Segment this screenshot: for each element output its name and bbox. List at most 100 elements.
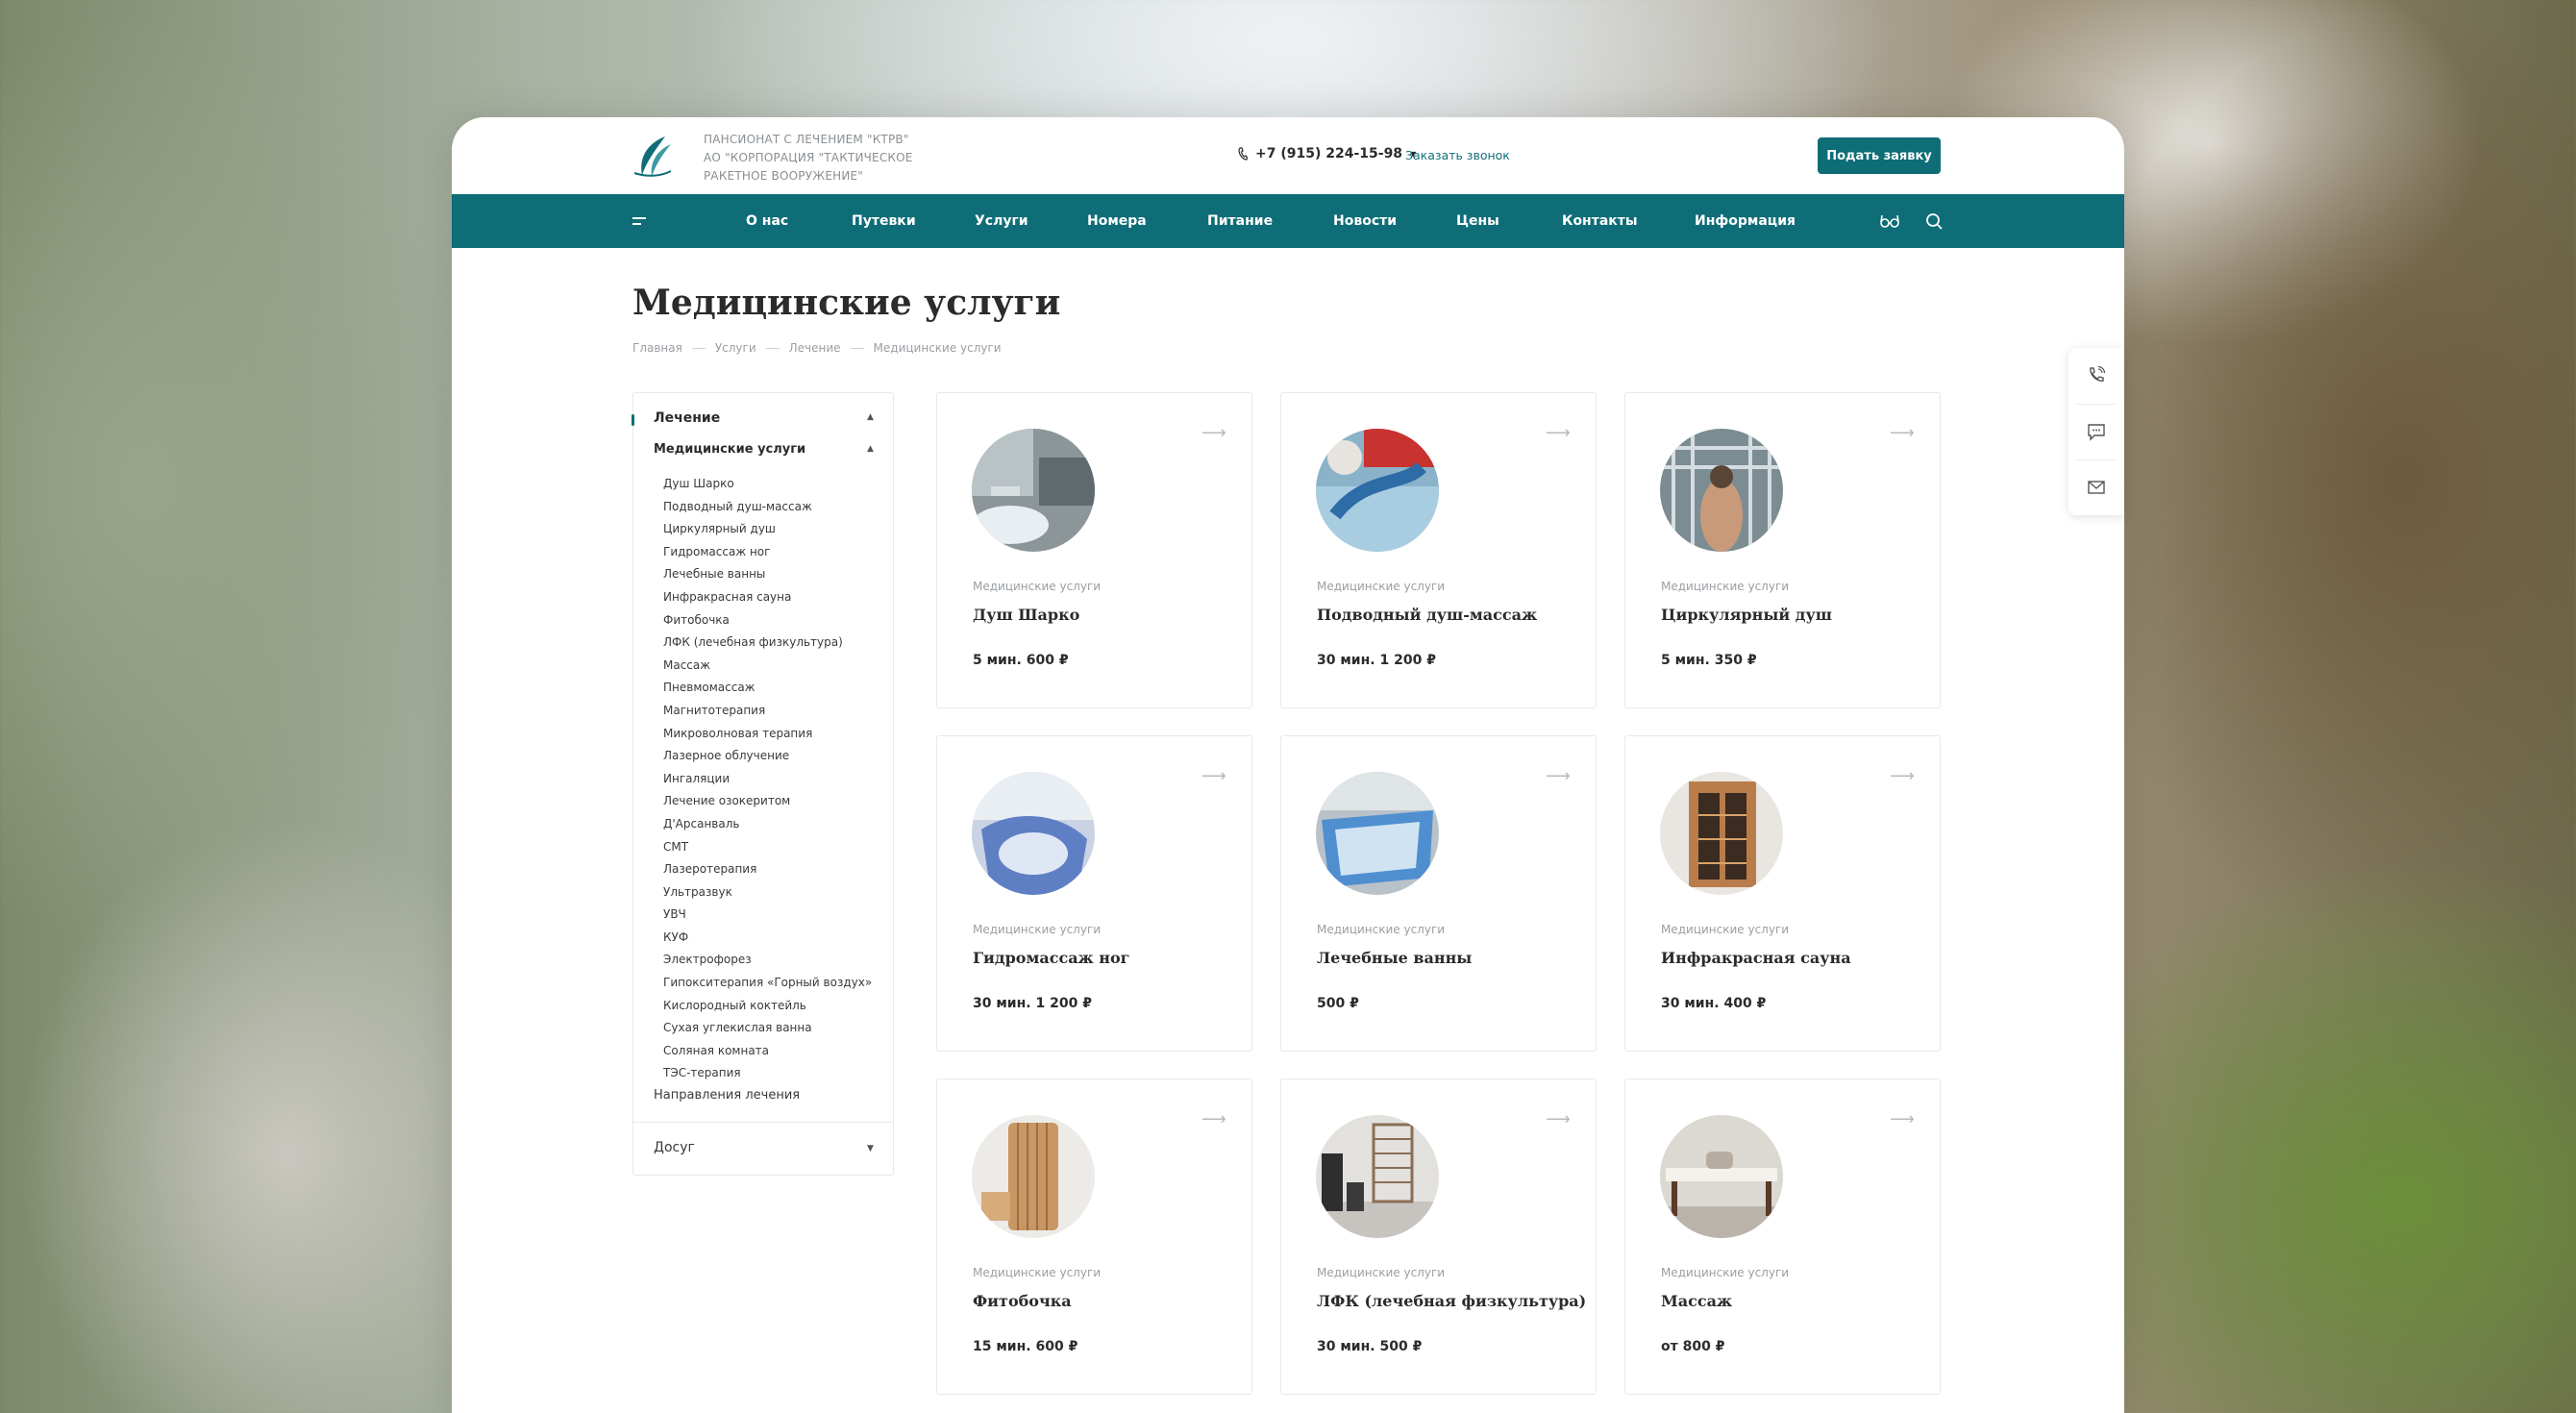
sidebar-item[interactable]: Д'Арсанваль (663, 813, 872, 836)
sidebar-item-directions[interactable]: Направления лечения (654, 1088, 800, 1103)
sidebar-item[interactable]: Электрофорез (663, 949, 872, 972)
arrow-right-icon[interactable]: ⟶ (1546, 423, 1571, 443)
service-name[interactable]: Циркулярный душ (1661, 606, 1832, 624)
service-name[interactable]: Инфракрасная сауна (1661, 949, 1851, 967)
service-price: 30 мин. 1 200 ₽ (973, 996, 1092, 1011)
chat-icon[interactable] (2086, 421, 2107, 442)
sidebar-item[interactable]: Кислородный коктейль (663, 995, 872, 1018)
sidebar-item[interactable]: Микроволновая терапия (663, 723, 872, 746)
service-name[interactable]: Фитобочка (973, 1292, 1072, 1310)
sidebar-item[interactable]: Гидромассаж ног (663, 541, 872, 564)
callback-link[interactable]: Заказать звонок (1405, 148, 1510, 162)
breadcrumb-item[interactable]: Услуги (715, 341, 756, 355)
sidebar-item[interactable]: Лазерное облучение (663, 745, 872, 768)
sidebar-item[interactable]: Ингаляции (663, 768, 872, 791)
nav-item-contacts[interactable]: Контакты (1562, 194, 1638, 248)
chevron-up-icon[interactable]: ▲ (867, 444, 874, 454)
nav-item-prices[interactable]: Цены (1456, 194, 1499, 248)
sidebar-subsection-medical[interactable]: Медицинские услуги (654, 442, 805, 457)
sidebar-item[interactable]: ЛФК (лечебная физкультура) (663, 632, 872, 655)
sidebar-section-leisure[interactable]: Досуг (654, 1140, 695, 1155)
service-image (972, 772, 1095, 895)
nav-item-food[interactable]: Питание (1207, 194, 1273, 248)
service-image (972, 1115, 1095, 1238)
sidebar-item[interactable]: Массаж (663, 655, 872, 678)
site-window: ПАНСИОНАТ С ЛЕЧЕНИЕМ "КТРВ" АО "КОРПОРАЦ… (452, 117, 2124, 1413)
phone-call-icon[interactable] (2086, 365, 2107, 386)
org-line: ПАНСИОНАТ С ЛЕЧЕНИЕМ "КТРВ" (704, 133, 909, 146)
sidebar-section-treatment[interactable]: Лечение (654, 410, 720, 426)
glasses-icon[interactable] (1879, 211, 1900, 232)
active-marker (632, 414, 634, 426)
sidebar-item[interactable]: КУФ (663, 927, 872, 950)
sidebar-item[interactable]: Магнитотерапия (663, 700, 872, 723)
phone-number[interactable]: +7 (915) 224-15-98 (1255, 146, 1402, 161)
phone-block[interactable]: +7 (915) 224-15-98 ▼ (1238, 146, 1416, 161)
service-card[interactable]: ⟶ Медицинские услуги Душ Шарко 5 мин. 60… (936, 392, 1252, 708)
sidebar-item[interactable]: ТЭС-терапия (663, 1062, 872, 1085)
service-card[interactable]: ⟶ Медицинские услуги Фитобочка 15 мин. 6… (936, 1078, 1252, 1395)
nav-item-about[interactable]: О нас (746, 194, 788, 248)
sidebar-item[interactable]: Лазеротерапия (663, 858, 872, 881)
sidebar-list: Душ Шарко Подводный душ-массаж Циркулярн… (663, 473, 872, 1085)
service-name[interactable]: Массаж (1661, 1292, 1732, 1310)
sidebar-item[interactable]: Инфракрасная сауна (663, 586, 872, 609)
mail-icon[interactable] (2086, 477, 2107, 498)
nav-item-info[interactable]: Информация (1695, 194, 1796, 248)
arrow-right-icon[interactable]: ⟶ (1201, 1109, 1226, 1129)
sidebar-item[interactable]: УВЧ (663, 904, 872, 927)
arrow-right-icon[interactable]: ⟶ (1201, 423, 1226, 443)
sidebar-item[interactable]: Ультразвук (663, 881, 872, 905)
service-image (1316, 429, 1439, 552)
nav-item-rooms[interactable]: Номера (1087, 194, 1147, 248)
service-image (1316, 1115, 1439, 1238)
service-category: Медицинские услуги (973, 580, 1102, 593)
sidebar-item[interactable]: Пневмомассаж (663, 677, 872, 700)
nav-item-tours[interactable]: Путевки (852, 194, 916, 248)
arrow-right-icon[interactable]: ⟶ (1890, 423, 1915, 443)
service-category: Медицинские услуги (1661, 580, 1790, 593)
arrow-right-icon[interactable]: ⟶ (1201, 766, 1226, 786)
arrow-right-icon[interactable]: ⟶ (1546, 1109, 1571, 1129)
search-icon[interactable] (1923, 211, 1944, 232)
sidebar-item[interactable]: Лечение озокеритом (663, 790, 872, 813)
sidebar-item[interactable]: Циркулярный душ (663, 518, 872, 541)
sidebar-item[interactable]: Фитобочка (663, 609, 872, 632)
arrow-right-icon[interactable]: ⟶ (1890, 766, 1915, 786)
service-name[interactable]: Подводный душ-массаж (1317, 606, 1537, 624)
nav-item-news[interactable]: Новости (1333, 194, 1397, 248)
sidebar-item[interactable]: Сухая углекислая ванна (663, 1017, 872, 1040)
main-nav: О нас Путевки Услуги Номера Питание Ново… (452, 194, 2124, 248)
service-card[interactable]: ⟶ Медицинские услуги Инфракрасная сауна … (1624, 735, 1941, 1052)
service-card[interactable]: ⟶ Медицинские услуги Циркулярный душ 5 м… (1624, 392, 1941, 708)
logo[interactable] (632, 135, 673, 179)
sidebar-item[interactable]: Душ Шарко (663, 473, 872, 496)
breadcrumb-item[interactable]: Лечение (789, 341, 841, 355)
org-line: АО "КОРПОРАЦИЯ "ТАКТИЧЕСКОЕ (704, 151, 913, 164)
menu-icon[interactable] (632, 214, 648, 228)
breadcrumb-item[interactable]: Главная (632, 341, 682, 355)
service-name[interactable]: ЛФК (лечебная физкультура) (1317, 1292, 1586, 1310)
chevron-up-icon[interactable]: ▲ (867, 412, 874, 422)
service-card[interactable]: ⟶ Медицинские услуги Лечебные ванны 500 … (1280, 735, 1597, 1052)
chevron-down-icon[interactable]: ▼ (867, 1144, 874, 1153)
service-card[interactable]: ⟶ Медицинские услуги Гидромассаж ног 30 … (936, 735, 1252, 1052)
service-name[interactable]: Гидромассаж ног (973, 949, 1129, 967)
service-name[interactable]: Душ Шарко (973, 606, 1079, 624)
service-name[interactable]: Лечебные ванны (1317, 949, 1472, 967)
arrow-right-icon[interactable]: ⟶ (1890, 1109, 1915, 1129)
sidebar-item[interactable]: Гипокситерапия «Горный воздух» (663, 972, 872, 995)
nav-item-services[interactable]: Услуги (975, 194, 1028, 248)
sidebar-item[interactable]: Лечебные ванны (663, 563, 872, 586)
service-card[interactable]: ⟶ Медицинские услуги ЛФК (лечебная физку… (1280, 1078, 1597, 1395)
service-card[interactable]: ⟶ Медицинские услуги Массаж от 800 ₽ (1624, 1078, 1941, 1395)
arrow-right-icon[interactable]: ⟶ (1546, 766, 1571, 786)
service-image (972, 429, 1095, 552)
apply-button[interactable]: Подать заявку (1818, 137, 1941, 174)
service-card[interactable]: ⟶ Медицинские услуги Подводный душ-масса… (1280, 392, 1597, 708)
sidebar-item[interactable]: Соляная комната (663, 1040, 872, 1063)
sidebar-item[interactable]: Подводный душ-массаж (663, 496, 872, 519)
service-price: от 800 ₽ (1661, 1339, 1725, 1354)
sidebar-item[interactable]: СМТ (663, 836, 872, 859)
service-category: Медицинские услуги (973, 923, 1102, 936)
